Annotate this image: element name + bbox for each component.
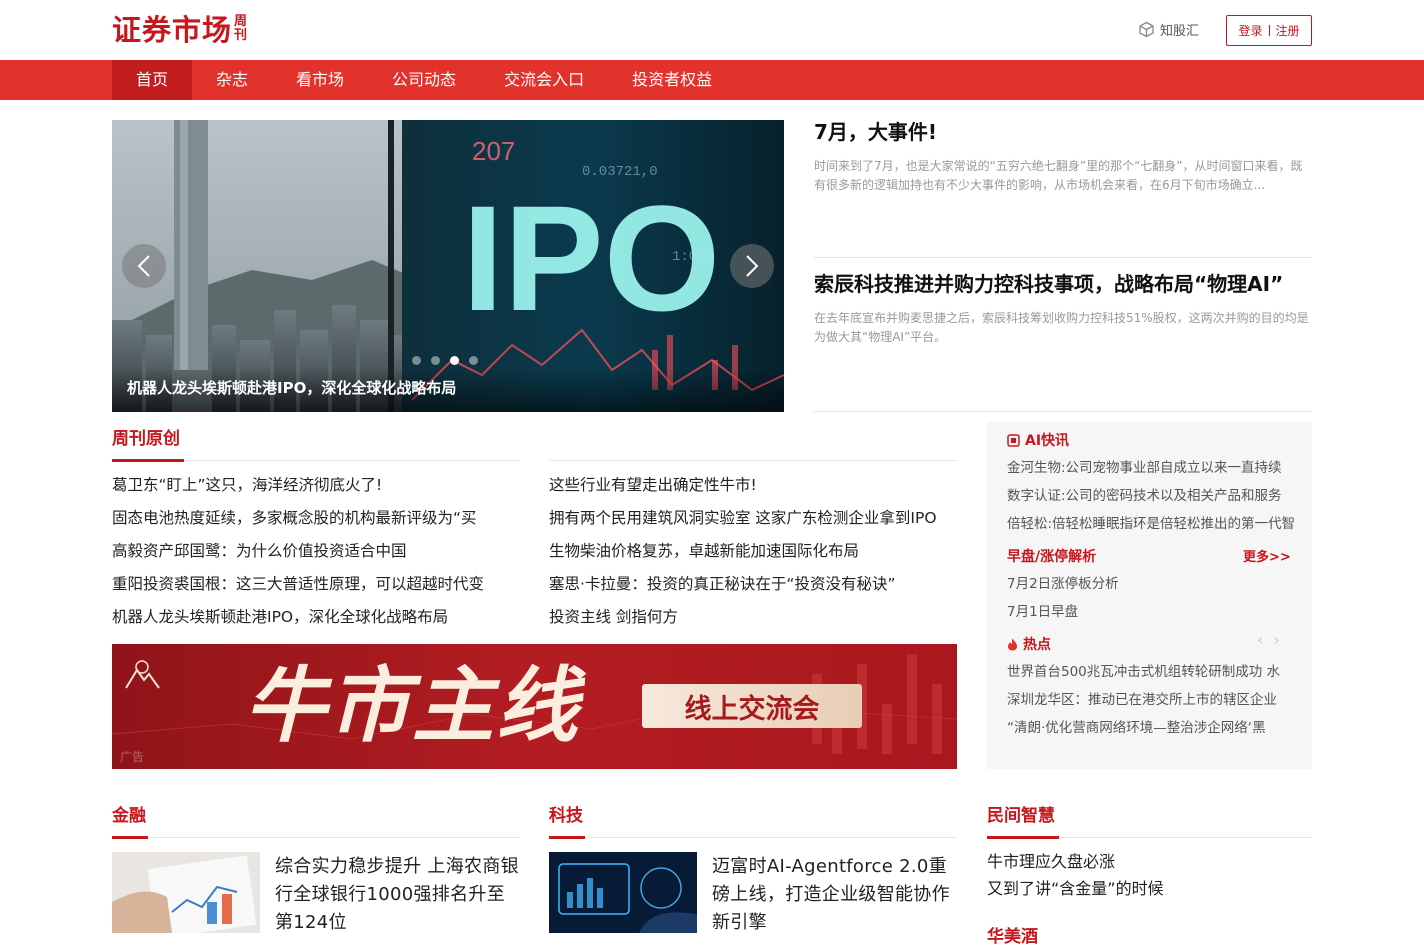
list-item[interactable]: 重阳投资裘国根：这三大普适性原理，可以超越时代变 <box>112 568 512 601</box>
carousel-dot[interactable] <box>431 356 440 365</box>
list-item[interactable]: 塞思·卡拉曼：投资的真正秘诀在于“投资没有秘诀” <box>549 568 957 601</box>
list-item[interactable]: 拥有两个民用建筑风洞实验室 这家广东检测企业拿到IPO <box>549 502 957 535</box>
section-title-weekly[interactable]: 周刊原创 <box>112 424 180 449</box>
finance-image <box>112 852 260 933</box>
headline-summary: 时间来到了7月，也是大家常说的“五穷六绝七翻身”里的那个“七翻身”，从时间窗口来… <box>814 159 1303 192</box>
headline-list: 7月，大事件! 时间来到了7月，也是大家常说的“五穷六绝七翻身”里的那个“七翻身… <box>814 120 1312 412</box>
carousel-dot[interactable] <box>412 356 421 365</box>
section-underline <box>549 836 585 839</box>
hot-item[interactable]: 深圳龙华区：推动已在港交所上市的辖区企业 <box>1007 690 1295 710</box>
analysis-item[interactable]: 7月1日早盘 <box>1007 602 1295 622</box>
headline-item[interactable]: 7月，大事件! 时间来到了7月，也是大家常说的“五穷六绝七翻身”里的那个“七翻身… <box>814 120 1312 258</box>
nav-exchange-entry[interactable]: 交流会入口 <box>480 60 608 100</box>
section-divider <box>549 460 957 461</box>
section-title-finance[interactable]: 金融 <box>112 801 146 826</box>
carousel-prev-button[interactable] <box>122 244 166 288</box>
finance-thumbnail[interactable] <box>112 852 260 933</box>
ai-flash-title: AI快讯 <box>1025 433 1070 449</box>
tech-news-title[interactable]: 迈富时AI-Agentforce 2.0重磅上线，打造企业级智能协作新引擎 <box>712 853 960 937</box>
nav-magazine[interactable]: 杂志 <box>192 60 272 100</box>
more-link[interactable]: 更多>> <box>1243 546 1291 565</box>
sidebar-panel: AI快讯 金河生物:公司宠物事业部自成立以来一直持续 数字认证:公司的密码技术以… <box>987 422 1312 769</box>
login-register-box: 登录 注册 <box>1226 15 1312 46</box>
mountain-logo-icon <box>125 660 160 689</box>
section-underline <box>112 836 148 839</box>
headline-item[interactable]: 索辰科技推进并购力控科技事项，战略布局“物理AI” 在去年底宣布并购麦思捷之后，… <box>814 258 1312 412</box>
divider <box>1268 25 1270 36</box>
tech-thumbnail[interactable] <box>549 852 697 933</box>
ai-flash-heading[interactable]: AI快讯 <box>1007 430 1069 450</box>
top-header: 证券市场 周刊 知股汇 登录 注册 <box>0 0 1424 60</box>
login-link[interactable]: 登录 <box>1238 22 1262 39</box>
carousel-dot[interactable] <box>469 356 478 365</box>
carousel-dot-active[interactable] <box>450 356 459 365</box>
ai-flash-item[interactable]: 金河生物:公司宠物事业部自成立以来一直持续 <box>1007 458 1295 478</box>
ad-banner[interactable]: 牛市主线 线上交流会 广告 <box>112 644 957 769</box>
list-item[interactable]: 固态电池热度延续，多家概念股的机构最新评级为“买 <box>112 502 512 535</box>
list-item[interactable]: 葛卫东“盯上”这只，海洋经济彻底火了! <box>112 469 512 502</box>
nav-home[interactable]: 首页 <box>112 60 193 100</box>
headline-summary: 在去年底宣布并购麦思捷之后，索辰科技筹划收购力控科技51%股权，这两次并购的目的… <box>814 311 1309 344</box>
ai-flash-item[interactable]: 数字认证:公司的密码技术以及相关产品和服务 <box>1007 486 1295 506</box>
section-title-next[interactable]: 华美酒 <box>987 922 1038 947</box>
analysis-heading[interactable]: 早盘/涨停解析 <box>1007 546 1096 566</box>
site-logo[interactable]: 证券市场 周刊 <box>112 10 248 50</box>
hot-item[interactable]: 世界首台500兆瓦冲击式机组转轮研制成功 水 <box>1007 662 1295 682</box>
svg-text:0.03721,0: 0.03721,0 <box>582 164 658 180</box>
svg-text:1:010: 1:010 <box>672 249 714 265</box>
ai-news-icon <box>1007 433 1020 447</box>
hero-caption[interactable]: 机器人龙头埃斯顿赴港IPO，深化全球化战略布局 <box>112 368 784 412</box>
hero-carousel[interactable]: IPO 207 0.03721,0 1:010 机器人龙头埃斯顿赴港IPO，深化… <box>112 120 784 412</box>
section-underline <box>112 459 184 462</box>
weekly-list-left: 葛卫东“盯上”这只，海洋经济彻底火了! 固态电池热度延续，多家概念股的机构最新评… <box>112 469 512 634</box>
chevron-left-icon[interactable]: ‹ <box>1257 630 1263 649</box>
hot-pager: ‹ › <box>1257 630 1280 649</box>
nav-company-news[interactable]: 公司动态 <box>368 60 480 100</box>
logo-main-text: 证券市场 <box>112 13 233 47</box>
banner-subtitle: 线上交流会 <box>642 684 862 728</box>
list-item[interactable]: 机器人龙头埃斯顿赴港IPO，深化全球化战略布局 <box>112 601 512 634</box>
analysis-item[interactable]: 7月2日涨停板分析 <box>1007 574 1295 594</box>
wisdom-item[interactable]: 牛市理应久盘必涨 <box>987 848 1115 875</box>
list-item[interactable]: 这些行业有望走出确定性牛市! <box>549 469 957 502</box>
hot-item[interactable]: “清朗·优化营商网络环境—整治涉企网络‘黑 <box>1007 718 1295 738</box>
section-divider <box>112 837 520 838</box>
carousel-dots <box>412 356 478 365</box>
logo-sub-text: 周刊 <box>234 14 248 43</box>
main-nav: 首页 杂志 看市场 公司动态 交流会入口 投资者权益 <box>0 60 1424 100</box>
svg-text:207: 207 <box>472 136 515 166</box>
list-item[interactable]: 高毅资产邱国鹭：为什么价值投资适合中国 <box>112 535 512 568</box>
zhigu-label: 知股汇 <box>1160 24 1200 39</box>
section-divider <box>549 837 957 838</box>
headline-title[interactable]: 7月，大事件! <box>814 120 1312 144</box>
nav-investor-rights[interactable]: 投资者权益 <box>608 60 736 100</box>
headline-title[interactable]: 索辰科技推进并购力控科技事项，战略布局“物理AI” <box>814 272 1312 296</box>
chevron-right-icon <box>746 255 759 277</box>
flame-icon <box>1008 638 1017 650</box>
tech-image <box>549 852 697 933</box>
zhigu-link[interactable]: 知股汇 <box>1138 20 1199 39</box>
chevron-right-icon[interactable]: › <box>1273 630 1279 649</box>
banner-headline: 牛市主线 <box>244 658 580 754</box>
wisdom-item[interactable]: 又到了讲“含金量”的时候 <box>987 875 1164 902</box>
ai-flash-item[interactable]: 倍轻松:倍轻松睡眠指环是倍轻松推出的第一代智 <box>1007 514 1295 534</box>
cube-icon <box>1139 21 1154 38</box>
ad-label: 广告 <box>120 750 145 764</box>
register-link[interactable]: 注册 <box>1276 22 1300 39</box>
chevron-left-icon <box>137 255 150 277</box>
list-item[interactable]: 投资主线 剑指何方 <box>549 601 957 634</box>
nav-market[interactable]: 看市场 <box>272 60 368 100</box>
section-title-tech[interactable]: 科技 <box>549 801 583 826</box>
hot-heading[interactable]: 热点 <box>1007 634 1051 654</box>
weekly-list-right: 这些行业有望走出确定性牛市! 拥有两个民用建筑风洞实验室 这家广东检测企业拿到I… <box>549 469 957 634</box>
carousel-next-button[interactable] <box>730 244 774 288</box>
section-underline <box>987 836 1059 839</box>
list-item[interactable]: 生物柴油价格复苏，卓越新能加速国际化布局 <box>549 535 957 568</box>
finance-news-title[interactable]: 综合实力稳步提升 上海农商银行全球银行1000强排名升至第124位 <box>275 853 523 937</box>
hot-title: 热点 <box>1023 637 1051 653</box>
section-title-wisdom[interactable]: 民间智慧 <box>987 801 1055 826</box>
